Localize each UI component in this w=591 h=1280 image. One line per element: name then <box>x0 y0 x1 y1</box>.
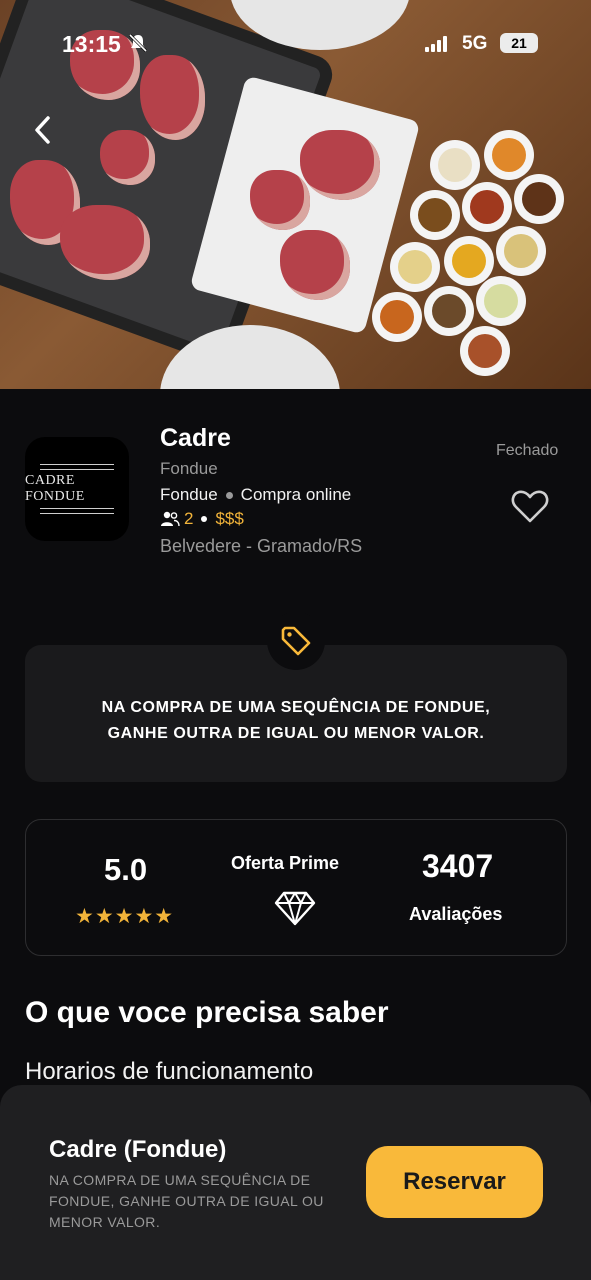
reviews-count: 3407 <box>422 848 494 884</box>
restaurant-meta: 2 $$$ <box>160 509 244 529</box>
restaurant-name: Cadre <box>160 424 231 452</box>
logo-ornament <box>40 508 114 514</box>
hours-label[interactable]: Horarios de funcionamento <box>25 1058 313 1086</box>
sauce-bowl <box>390 242 440 292</box>
price-level: $$$ <box>215 509 244 528</box>
sauce-bowl <box>462 182 512 232</box>
logo-ornament <box>40 464 114 470</box>
sauce-bowl <box>410 190 460 240</box>
reserve-button[interactable]: Reservar <box>366 1146 543 1218</box>
sauce-bowl <box>476 276 526 326</box>
separator-dot <box>201 516 208 522</box>
restaurant-tags: Fondue Compra online <box>160 485 351 505</box>
open-status: Fechado <box>496 442 559 459</box>
promo-line-2: GANHE OUTRA DE IGUAL OU MENOR VALOR. <box>107 725 485 742</box>
sheet-title: Cadre (Fondue) <box>49 1136 227 1163</box>
logo-text: CADRE FONDUE <box>25 473 85 504</box>
sauce-bowl <box>460 326 510 376</box>
sauce-bowl <box>372 292 422 342</box>
sauce-bowl <box>444 236 494 286</box>
restaurant-logo: CADRE FONDUE <box>25 437 129 541</box>
section-title: O que voce precisa saber <box>25 996 389 1029</box>
restaurant-category: Fondue <box>160 459 218 478</box>
sheet-description: NA COMPRA DE UMA SEQUÊNCIA DE FONDUE, GA… <box>49 1172 324 1230</box>
sauce-bowl <box>424 286 474 336</box>
status-bar: 13:15 5G 21 <box>0 0 591 88</box>
tag-icon <box>281 626 311 656</box>
back-chevron-icon[interactable] <box>28 110 58 150</box>
bell-muted-icon <box>128 33 148 53</box>
network-type: 5G <box>462 33 488 54</box>
rating-stars: ★★★★★ <box>75 905 175 928</box>
status-time: 13:15 <box>62 31 121 57</box>
separator-dot <box>225 491 233 499</box>
heart-icon[interactable] <box>510 488 550 524</box>
sauce-bowl <box>430 140 480 190</box>
battery-indicator: 21 <box>500 33 538 53</box>
sauce-bowl <box>484 130 534 180</box>
promo-icon-wrapper <box>267 612 325 670</box>
restaurant-location: Belvedere - Gramado/RS <box>160 536 363 556</box>
tag-fondue: Fondue <box>160 485 218 504</box>
prime-offer-label: Oferta Prime <box>231 853 340 873</box>
rating-value: 5.0 <box>104 852 148 887</box>
sauce-bowl <box>496 226 546 276</box>
promo-text: NA COMPRA DE UMA SEQUÊNCIA DE FONDUE, GA… <box>25 695 567 747</box>
reviews-label: Avaliações <box>409 904 503 924</box>
diamond-icon <box>274 891 316 926</box>
people-count: 2 <box>184 509 194 528</box>
signal-icon <box>425 36 447 52</box>
sauce-bowl <box>514 174 564 224</box>
promo-line-1: NA COMPRA DE UMA SEQUÊNCIA DE FONDUE, <box>101 699 491 716</box>
tag-online-purchase: Compra online <box>240 485 352 504</box>
people-icon <box>161 511 180 527</box>
